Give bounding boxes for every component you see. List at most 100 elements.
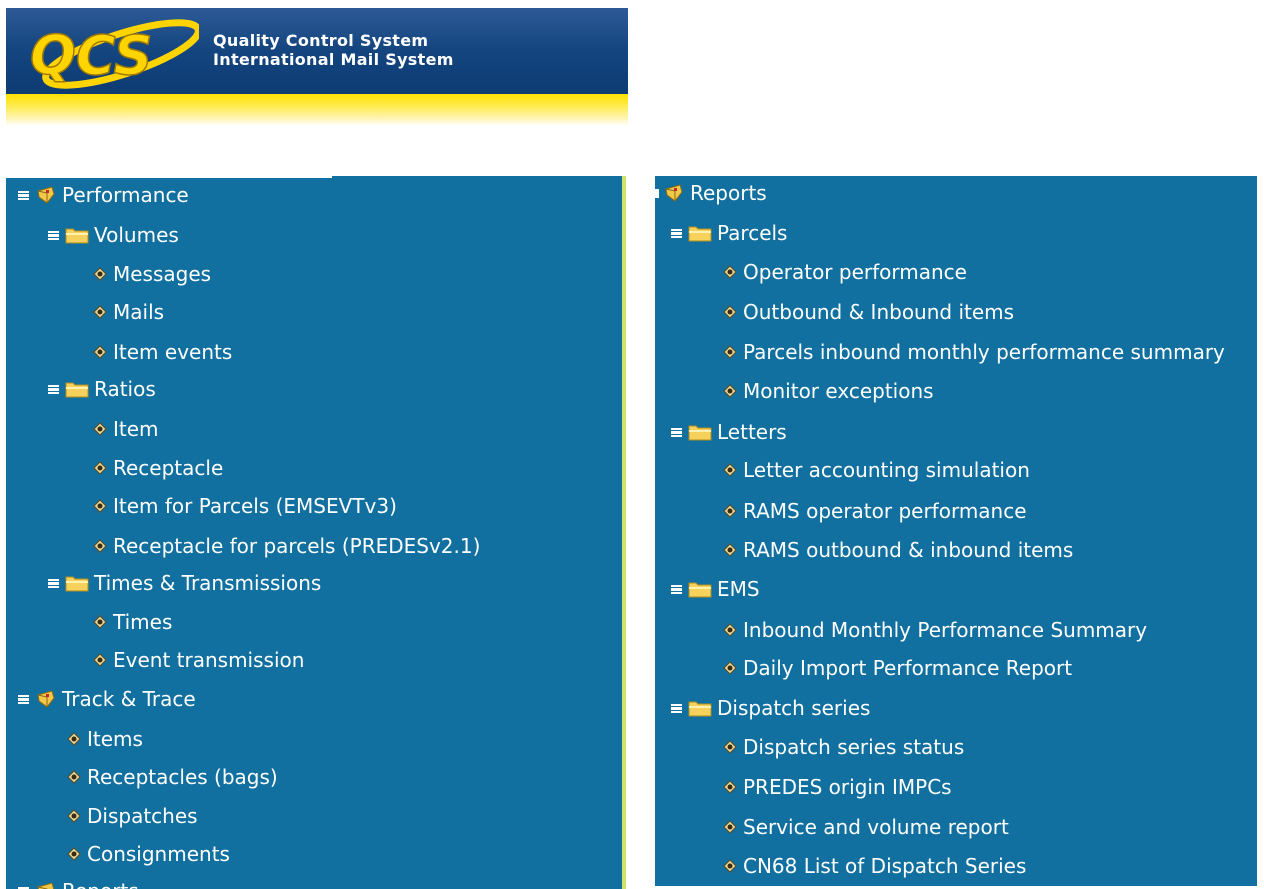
tree-leaf-rams-operator[interactable]: RAMS operator performance bbox=[722, 496, 1027, 526]
tree-node-reports-partial[interactable]: Reports bbox=[18, 876, 139, 889]
collapse-toggle-icon[interactable] bbox=[48, 578, 59, 588]
tree-leaf-consignments[interactable]: Consignments bbox=[66, 839, 230, 869]
tree-label: Consignments bbox=[87, 842, 230, 866]
module-icon bbox=[35, 881, 57, 889]
banner-stripe bbox=[6, 94, 628, 126]
left-menu-tree: Performance Volumes Messages Mails Item … bbox=[6, 176, 626, 889]
tree-label: Monitor exceptions bbox=[743, 379, 934, 403]
report-icon bbox=[722, 739, 738, 755]
tree-leaf-predes-origin[interactable]: PREDES origin IMPCs bbox=[722, 772, 952, 802]
report-icon bbox=[722, 858, 738, 874]
module-icon bbox=[35, 689, 57, 709]
folder-icon bbox=[688, 580, 712, 598]
tree-label: Event transmission bbox=[113, 648, 305, 672]
tree-label: Service and volume report bbox=[743, 815, 1009, 839]
tree-leaf-operator-performance[interactable]: Operator performance bbox=[722, 257, 967, 287]
folder-icon bbox=[65, 574, 89, 592]
tree-label: RAMS operator performance bbox=[743, 499, 1027, 523]
banner-line-1: Quality Control System bbox=[213, 31, 429, 50]
tree-label: Items bbox=[87, 727, 143, 751]
tree-leaf-receptacles-bags[interactable]: Receptacles (bags) bbox=[66, 762, 278, 792]
folder-icon bbox=[688, 224, 712, 242]
tree-leaf-messages[interactable]: Messages bbox=[92, 259, 211, 289]
collapse-toggle-icon[interactable] bbox=[18, 190, 29, 200]
tree-label: Ratios bbox=[94, 377, 156, 401]
tree-label: EMS bbox=[717, 577, 760, 601]
tree-node-ems[interactable]: EMS bbox=[671, 574, 760, 604]
tree-leaf-inbound-summary[interactable]: Inbound Monthly Performance Summary bbox=[722, 615, 1147, 645]
tree-leaf-letter-accounting[interactable]: Letter accounting simulation bbox=[722, 455, 1030, 485]
tree-node-letters[interactable]: Letters bbox=[671, 417, 787, 447]
folder-icon bbox=[688, 699, 712, 717]
report-icon bbox=[722, 660, 738, 676]
tree-node-volumes[interactable]: Volumes bbox=[48, 220, 179, 250]
tree-leaf-receptacle[interactable]: Receptacle bbox=[92, 453, 223, 483]
folder-icon bbox=[65, 226, 89, 244]
report-icon bbox=[722, 344, 738, 360]
report-icon bbox=[722, 622, 738, 638]
tree-label: CN68 List of Dispatch Series bbox=[743, 854, 1027, 878]
tree-leaf-receptacle-for-parcels[interactable]: Receptacle for parcels (PREDESv2.1) bbox=[92, 531, 480, 561]
tree-label: Mails bbox=[113, 300, 165, 324]
tree-leaf-event-transmission[interactable]: Event transmission bbox=[92, 645, 304, 675]
tree-leaf-item[interactable]: Item bbox=[92, 414, 159, 444]
tree-leaf-dispatches[interactable]: Dispatches bbox=[66, 801, 198, 831]
tree-leaf-items[interactable]: Items bbox=[66, 724, 143, 754]
report-icon bbox=[66, 769, 82, 785]
report-icon bbox=[92, 304, 108, 320]
collapse-toggle-icon[interactable] bbox=[655, 188, 659, 198]
tree-label: Times & Transmissions bbox=[94, 571, 322, 595]
collapse-toggle-icon[interactable] bbox=[671, 703, 682, 713]
tree-node-dispatch-series[interactable]: Dispatch series bbox=[671, 693, 870, 723]
tree-node-performance[interactable]: Performance bbox=[18, 180, 189, 210]
tree-label: Messages bbox=[113, 262, 212, 286]
tree-label: RAMS outbound & inbound items bbox=[743, 538, 1074, 562]
tree-leaf-parcels-summary[interactable]: Parcels inbound monthly performance summ… bbox=[722, 337, 1225, 367]
tree-leaf-monitor-exceptions[interactable]: Monitor exceptions bbox=[722, 376, 934, 406]
collapse-toggle-icon[interactable] bbox=[671, 228, 682, 238]
tree-label: Item for Parcels (EMSEVTv3) bbox=[113, 494, 397, 518]
collapse-toggle-icon[interactable] bbox=[18, 694, 29, 704]
tree-node-parcels[interactable]: Parcels bbox=[671, 218, 787, 248]
module-icon bbox=[35, 185, 57, 205]
tree-label: Receptacle for parcels (PREDESv2.1) bbox=[113, 534, 481, 558]
report-icon bbox=[722, 779, 738, 795]
tree-leaf-daily-import[interactable]: Daily Import Performance Report bbox=[722, 653, 1072, 683]
tree-leaf-mails[interactable]: Mails bbox=[92, 297, 164, 327]
tree-label: Daily Import Performance Report bbox=[743, 656, 1073, 680]
tree-leaf-service-volume[interactable]: Service and volume report bbox=[722, 812, 1009, 842]
tree-leaf-times[interactable]: Times bbox=[92, 607, 172, 637]
folder-icon bbox=[688, 423, 712, 441]
report-icon bbox=[92, 614, 108, 630]
report-icon bbox=[66, 808, 82, 824]
tree-label: Dispatch series status bbox=[743, 735, 965, 759]
report-icon bbox=[92, 421, 108, 437]
tree-leaf-item-for-parcels[interactable]: Item for Parcels (EMSEVTv3) bbox=[92, 491, 397, 521]
collapse-toggle-icon[interactable] bbox=[48, 384, 59, 394]
tree-label: Volumes bbox=[94, 223, 179, 247]
tree-leaf-cn68[interactable]: CN68 List of Dispatch Series bbox=[722, 851, 1026, 881]
collapse-toggle-icon[interactable] bbox=[671, 584, 682, 594]
tree-node-ratios[interactable]: Ratios bbox=[48, 374, 156, 404]
tree-leaf-rams-items[interactable]: RAMS outbound & inbound items bbox=[722, 535, 1073, 565]
banner-line-2: International Mail System bbox=[213, 50, 454, 69]
tree-leaf-item-events[interactable]: Item events bbox=[92, 337, 232, 367]
report-icon bbox=[722, 542, 738, 558]
tree-node-times-transmissions[interactable]: Times & Transmissions bbox=[48, 568, 321, 598]
tree-leaf-dispatch-status[interactable]: Dispatch series status bbox=[722, 732, 964, 762]
tree-label: PREDES origin IMPCs bbox=[743, 775, 952, 799]
tree-label: Receptacle bbox=[113, 456, 224, 480]
collapse-toggle-icon[interactable] bbox=[48, 230, 59, 240]
report-icon bbox=[722, 383, 738, 399]
banner-title: Quality Control System International Mai… bbox=[213, 31, 454, 69]
tree-leaf-outbound-inbound[interactable]: Outbound & Inbound items bbox=[722, 297, 1014, 327]
collapse-toggle-icon[interactable] bbox=[671, 427, 682, 437]
tree-label: Dispatches bbox=[87, 804, 198, 828]
tree-node-reports[interactable]: Reports bbox=[655, 178, 767, 208]
tree-label: Outbound & Inbound items bbox=[743, 300, 1015, 324]
report-icon bbox=[722, 462, 738, 478]
tree-label: Receptacles (bags) bbox=[87, 765, 278, 789]
report-icon bbox=[66, 846, 82, 862]
report-icon bbox=[722, 264, 738, 280]
tree-node-track-trace[interactable]: Track & Trace bbox=[18, 684, 196, 714]
